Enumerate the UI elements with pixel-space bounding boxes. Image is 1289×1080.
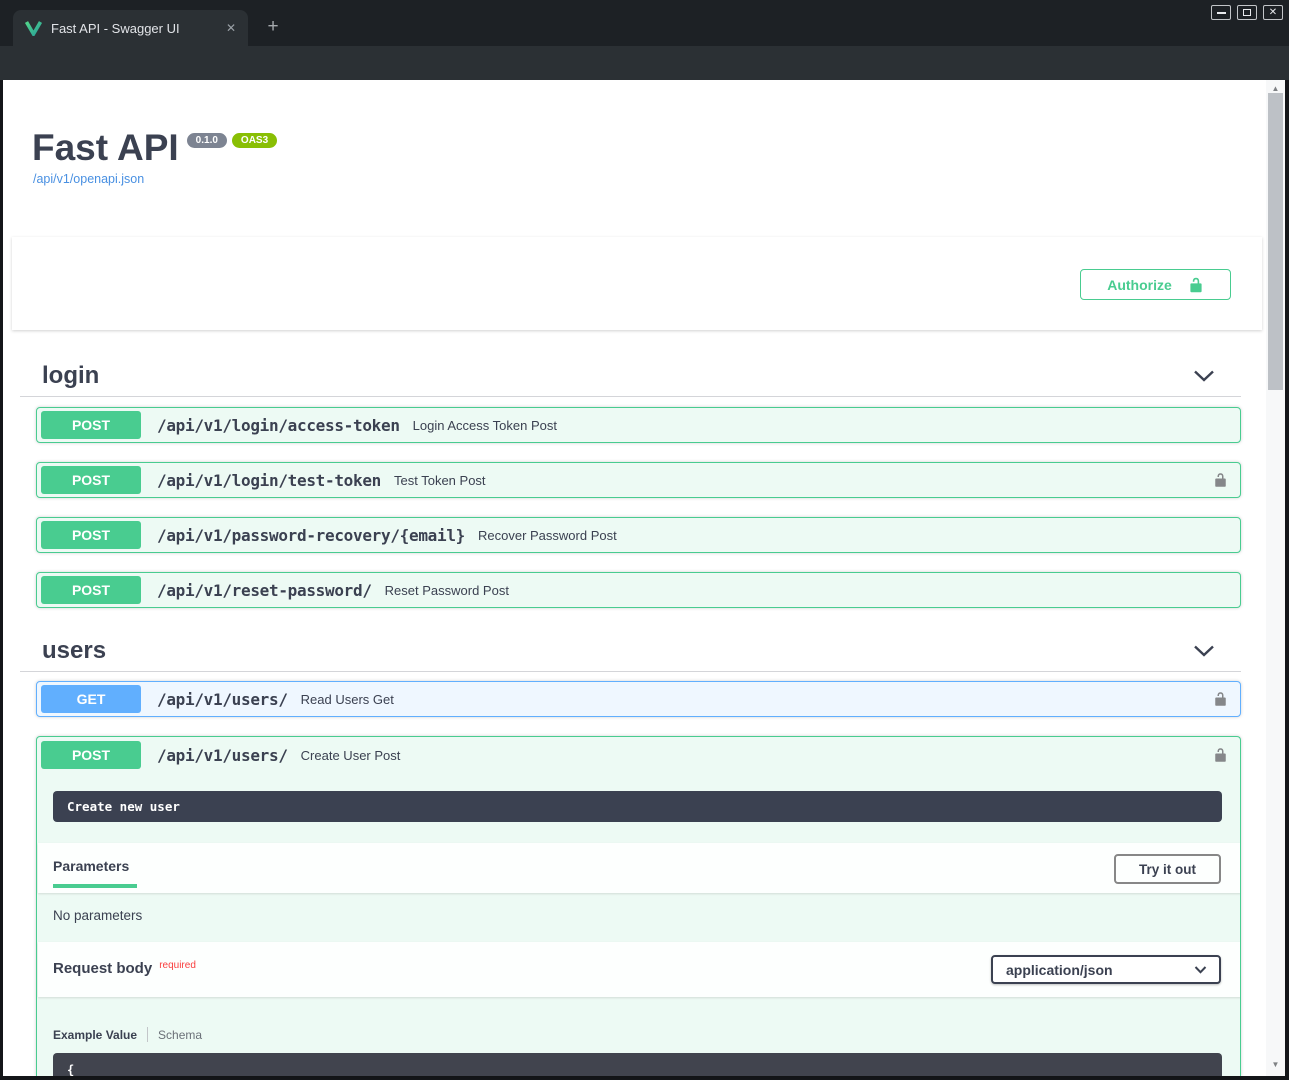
browser-toolbar: ← → ⟳ ⓘ localhost/docs ☆ ⋮: [0, 46, 1289, 80]
request-body-section-header: Request body required application/json: [38, 942, 1241, 997]
op-path: /api/v1/password-recovery/{email}: [157, 526, 465, 545]
request-body-label: Request body required: [53, 960, 196, 977]
op-row-login-test-token[interactable]: POST /api/v1/login/test-token Test Token…: [36, 462, 1241, 498]
tag-name: login: [42, 362, 99, 390]
tab-close-icon[interactable]: ✕: [222, 19, 240, 37]
op-row-reset-password[interactable]: POST /api/v1/reset-password/ Reset Passw…: [36, 572, 1241, 608]
method-badge: POST: [41, 466, 141, 494]
minimize-icon: [1217, 12, 1226, 14]
op-summary: Create User Post: [301, 748, 401, 763]
op-row-read-users[interactable]: GET /api/v1/users/ Read Users Get: [36, 681, 1241, 717]
parameters-label: Parameters: [53, 858, 129, 874]
method-badge: POST: [41, 521, 141, 549]
version-badge: 0.1.0: [187, 133, 227, 148]
method-badge: GET: [41, 685, 141, 713]
window-minimize-button[interactable]: [1211, 5, 1231, 20]
auth-lock-icon[interactable]: [1213, 747, 1228, 763]
authorize-label: Authorize: [1107, 277, 1172, 293]
window-maximize-button[interactable]: [1237, 5, 1257, 20]
no-parameters-text: No parameters: [53, 908, 142, 923]
scrollbar-down-icon[interactable]: ▼: [1266, 1058, 1285, 1070]
code-text: {: [67, 1063, 74, 1076]
tag-header-users[interactable]: users: [20, 630, 1241, 672]
browser-tab[interactable]: Fast API - Swagger UI ✕: [13, 10, 248, 46]
method-badge: POST: [41, 411, 141, 439]
active-tab-underline: [53, 884, 137, 888]
chevron-down-icon[interactable]: [1193, 370, 1215, 382]
tab-divider: [147, 1027, 148, 1042]
required-flag: required: [159, 960, 196, 971]
op-path: /api/v1/login/access-token: [157, 416, 400, 435]
auth-lock-icon[interactable]: [1213, 691, 1228, 707]
tag-name: users: [42, 637, 106, 665]
method-badge: POST: [41, 741, 141, 769]
op-summary: Test Token Post: [394, 473, 486, 488]
authorize-button[interactable]: Authorize: [1080, 269, 1231, 300]
parameters-section-header: Parameters Try it out: [38, 843, 1241, 893]
op-summary: Reset Password Post: [385, 583, 509, 598]
window-close-button[interactable]: ✕: [1263, 5, 1283, 20]
model-example-tabs: Example Value Schema: [53, 1027, 202, 1042]
method-badge: POST: [41, 576, 141, 604]
page-scrollbar[interactable]: ▲ ▼: [1266, 80, 1285, 1076]
scrollbar-thumb[interactable]: [1268, 93, 1283, 390]
page-title: Fast API: [32, 128, 179, 168]
op-summary: Recover Password Post: [478, 528, 617, 543]
op-block-create-user-expanded: POST /api/v1/users/ Create User Post Cre…: [36, 736, 1241, 1076]
op-path: /api/v1/users/: [157, 746, 288, 765]
op-summary: Login Access Token Post: [413, 418, 557, 433]
op-path: /api/v1/login/test-token: [157, 471, 381, 490]
op-path: /api/v1/reset-password/: [157, 581, 372, 600]
op-row-login-access-token[interactable]: POST /api/v1/login/access-token Login Ac…: [36, 407, 1241, 443]
try-it-out-button[interactable]: Try it out: [1114, 854, 1221, 884]
example-code-block[interactable]: {: [53, 1053, 1222, 1076]
new-tab-button[interactable]: +: [262, 16, 284, 38]
maximize-icon: [1243, 9, 1251, 16]
op-summary: Read Users Get: [301, 692, 394, 707]
media-type-value: application/json: [1006, 962, 1113, 978]
tab-schema[interactable]: Schema: [158, 1028, 202, 1042]
api-title-block: Fast API 0.1.0 OAS3: [32, 128, 277, 168]
swagger-page: Fast API 0.1.0 OAS3 /api/v1/openapi.json…: [3, 80, 1266, 1076]
media-type-select[interactable]: application/json: [991, 955, 1221, 984]
auth-lock-icon[interactable]: [1213, 472, 1228, 488]
browser-titlebar: Fast API - Swagger UI ✕ + ✕: [0, 0, 1289, 46]
tab-example-value[interactable]: Example Value: [53, 1028, 137, 1042]
favicon-v-icon: [25, 21, 42, 36]
op-path: /api/v1/users/: [157, 690, 288, 709]
op-row-password-recovery[interactable]: POST /api/v1/password-recovery/{email} R…: [36, 517, 1241, 553]
request-body-text: Request body: [53, 960, 152, 977]
op-description-text: Create new user: [67, 799, 180, 814]
op-row-create-user[interactable]: POST /api/v1/users/ Create User Post: [37, 737, 1240, 773]
tag-header-login[interactable]: login: [20, 355, 1241, 397]
tab-title: Fast API - Swagger UI: [51, 21, 222, 36]
op-description: Create new user: [53, 791, 1222, 822]
scheme-container: [12, 237, 1262, 330]
openapi-spec-link[interactable]: /api/v1/openapi.json: [33, 172, 144, 186]
chevron-down-icon: [1194, 966, 1207, 974]
oas3-badge: OAS3: [232, 133, 277, 148]
unlock-icon: [1188, 276, 1204, 294]
chevron-down-icon[interactable]: [1193, 645, 1215, 657]
